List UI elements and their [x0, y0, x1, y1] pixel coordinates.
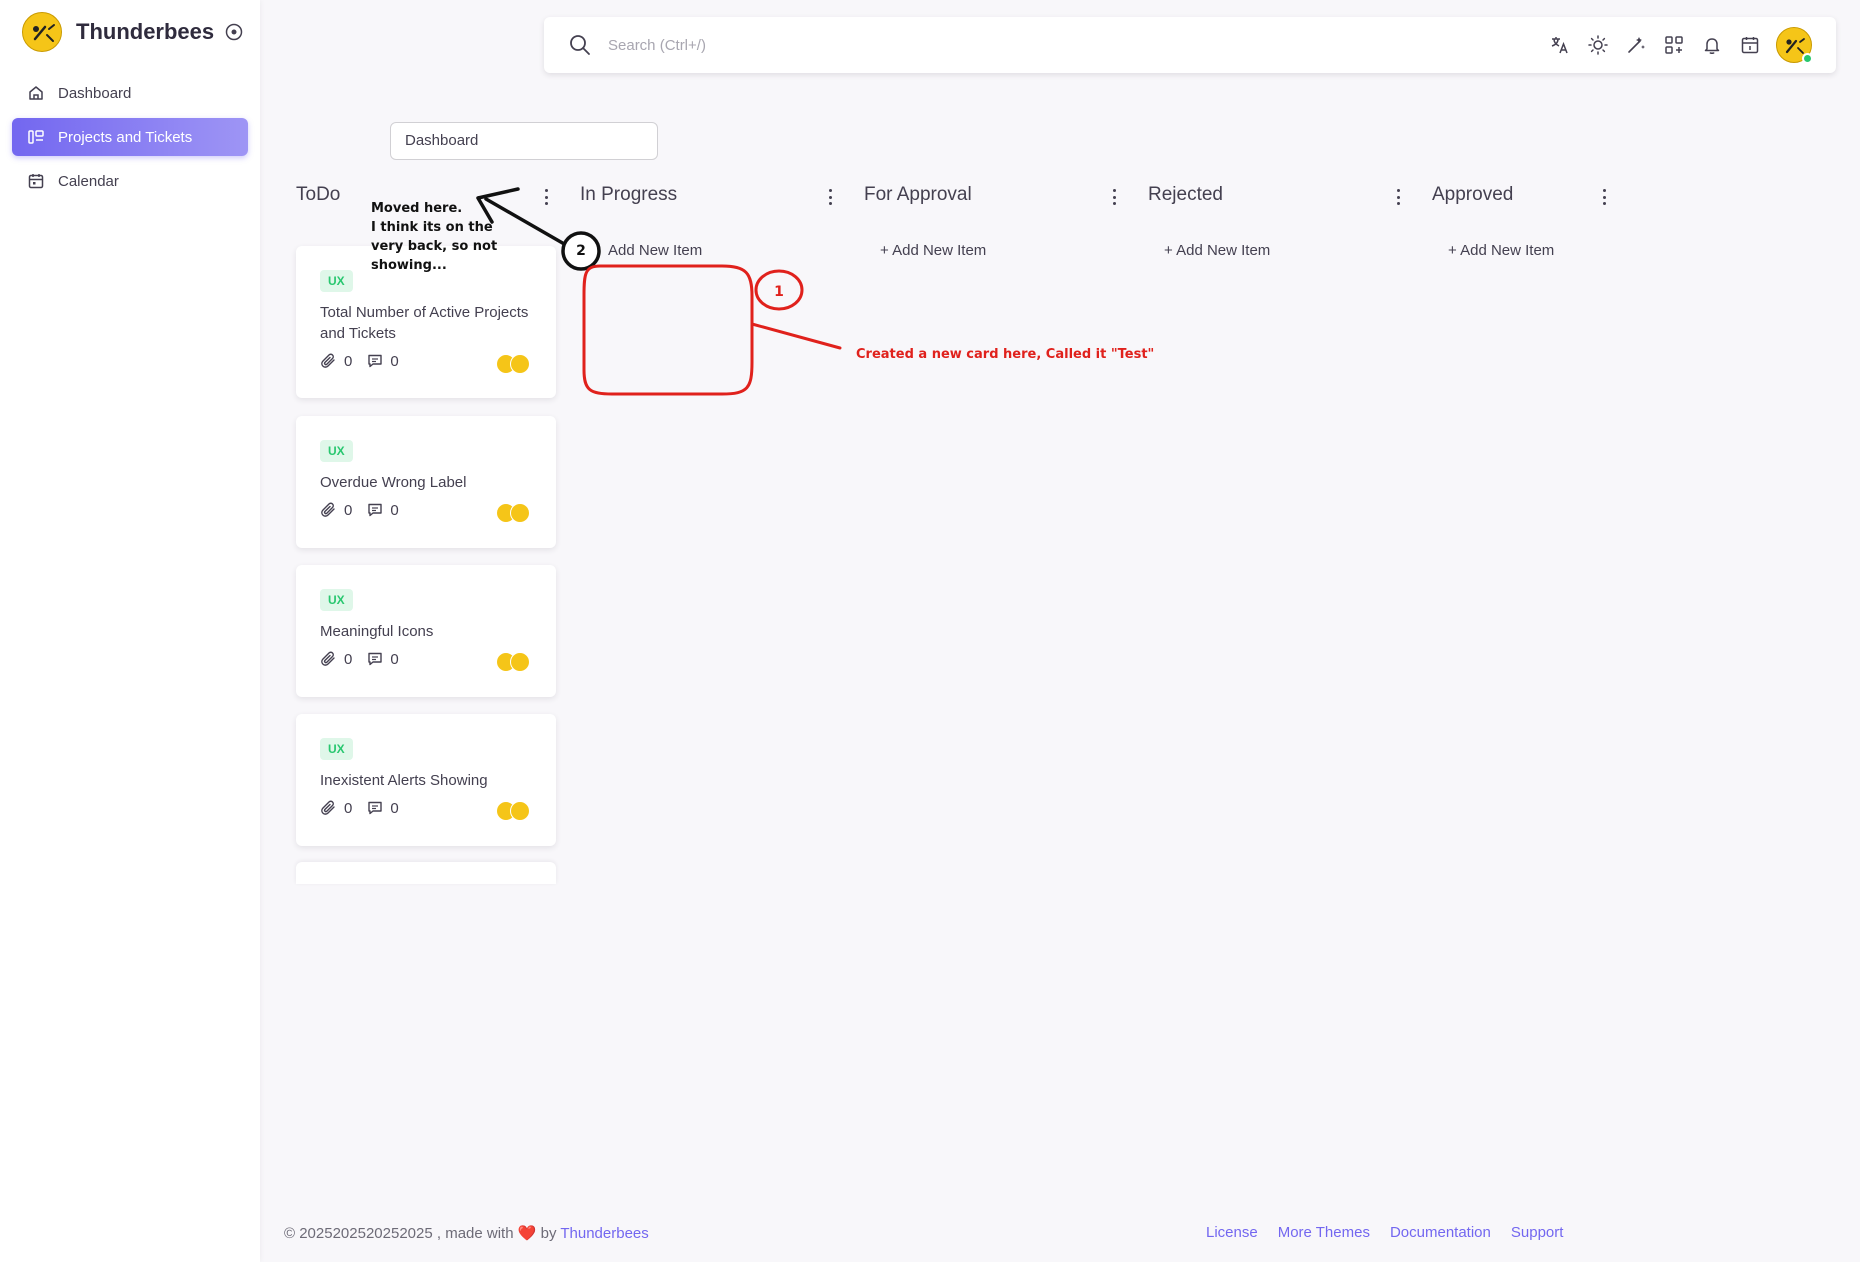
footer-link-documentation[interactable]: Documentation	[1390, 1224, 1491, 1241]
annotation-note-moved: Moved here. I think its on the very back…	[371, 201, 498, 273]
footer-link-support[interactable]: Support	[1511, 1224, 1564, 1241]
footer-by: by	[540, 1225, 557, 1242]
annotation-marker-1-label: 1	[774, 284, 784, 300]
footer-brand-link[interactable]: Thunderbees	[560, 1225, 648, 1242]
footer-links: License More Themes Documentation Suppor…	[1206, 1224, 1563, 1241]
annotation-red-line	[750, 322, 842, 350]
annotation-marker-2-label: 2	[576, 243, 586, 259]
heart-icon: ❤️	[517, 1225, 537, 1242]
annotation-red-box	[582, 264, 754, 396]
footer-copyright: © 2025202520252025 , made with	[284, 1225, 514, 1242]
annotation-overlay	[476, 187, 842, 396]
footer: © 2025202520252025 , made with ❤️ by Thu…	[284, 1224, 1574, 1242]
footer-link-license[interactable]: License	[1206, 1224, 1258, 1241]
annotation-note-created: Created a new card here, Called it "Test…	[856, 347, 1155, 362]
footer-link-more-themes[interactable]: More Themes	[1278, 1224, 1370, 1241]
